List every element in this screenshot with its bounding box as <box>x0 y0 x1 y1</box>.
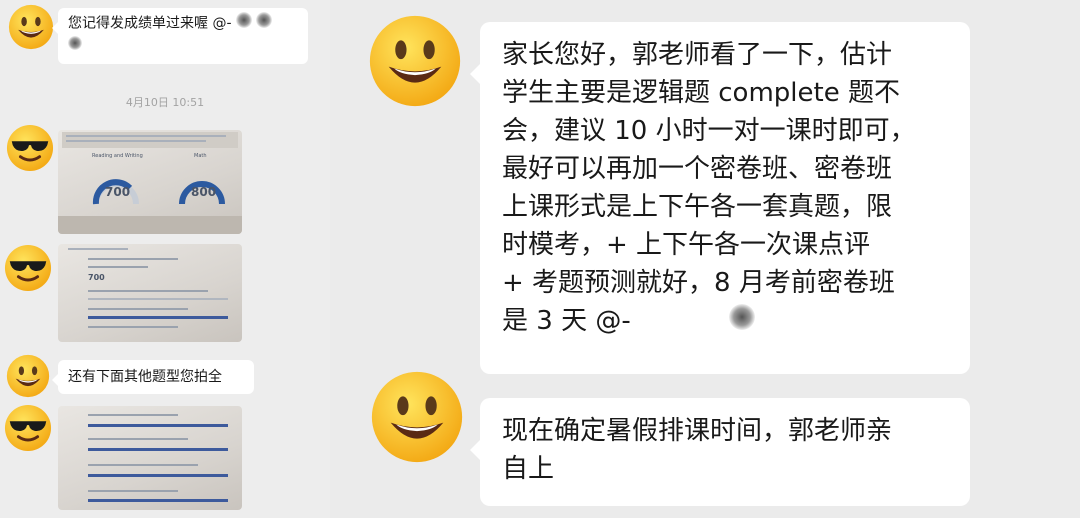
smiley-icon[interactable] <box>368 14 462 108</box>
blurred-name <box>68 35 82 57</box>
right-chat-panel: 家长您好，郭老师看了一下，估计 学生主要是逻辑题 complete 题不 会，建… <box>330 0 1080 518</box>
sunglasses-icon[interactable] <box>6 124 54 172</box>
message-line: 会，建议 10 小时一对一课时即可， <box>502 116 916 146</box>
score-detail-photo[interactable] <box>58 406 242 510</box>
message-timestamp: 4月10日 10:51 <box>125 96 205 109</box>
score-value: 700 <box>88 273 105 282</box>
blurred-name <box>728 303 755 341</box>
message-bubble[interactable]: 家长您好，郭老师看了一下，估计 学生主要是逻辑题 complete 题不 会，建… <box>470 22 970 374</box>
blurred-name <box>235 12 272 35</box>
message-line: 自上 <box>502 454 555 484</box>
message-bubble[interactable]: 现在确定暑假排课时间，郭老师亲 自上 <box>470 398 970 506</box>
score-value: 700 <box>105 185 130 199</box>
sunglasses-icon[interactable] <box>4 244 52 292</box>
score-report-photo[interactable]: Reading and Writing Math 700 800 <box>58 130 242 234</box>
score-value: 800 <box>191 185 216 199</box>
left-chat-panel: 您记得发成绩单过来喔 @- 4月10日 10:51 Reading and Wr… <box>0 0 330 518</box>
message-line: 是 3 天 @- <box>502 306 631 336</box>
smiley-icon[interactable] <box>8 4 54 50</box>
section-title: Math <box>194 153 207 159</box>
message-text: 还有下面其他题型您拍全 <box>68 369 222 385</box>
score-detail-photo[interactable]: 700 <box>58 244 242 342</box>
message-line: 时模考，+ 上下午各一次课点评 <box>502 230 871 260</box>
message-text: 您记得发成绩单过来喔 <box>68 15 208 32</box>
section-title: Reading and Writing <box>92 153 143 159</box>
smiley-icon[interactable] <box>370 370 464 464</box>
message-bubble[interactable]: 您记得发成绩单过来喔 @- <box>52 8 308 64</box>
message-line: 最好可以再加一个密卷班、密卷班 <box>502 154 893 184</box>
smiley-icon[interactable] <box>6 354 50 398</box>
message-line: + 考题预测就好，8 月考前密卷班 <box>502 268 895 298</box>
message-line: 家长您好，郭老师看了一下，估计 <box>502 40 893 70</box>
message-line: 现在确定暑假排课时间，郭老师亲 <box>502 416 893 446</box>
message-bubble[interactable]: 还有下面其他题型您拍全 <box>52 360 254 394</box>
message-line: 上课形式是上下午各一套真题，限 <box>502 192 893 222</box>
sunglasses-icon[interactable] <box>4 404 52 452</box>
message-line: 学生主要是逻辑题 complete 题不 <box>502 78 900 108</box>
mention-text: @- <box>212 15 232 32</box>
